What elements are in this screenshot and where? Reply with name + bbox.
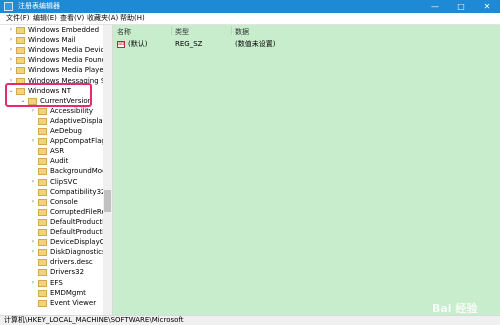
folder-icon <box>38 269 47 277</box>
string-value-icon: ab <box>117 41 125 48</box>
value-data: (数值未设置) <box>235 40 276 48</box>
column-header-type[interactable]: 类型 <box>175 27 189 37</box>
folder-icon <box>38 188 47 196</box>
column-header-name[interactable]: 名称 <box>117 27 131 37</box>
tree-item[interactable]: Event Viewer <box>0 297 103 309</box>
folder-icon <box>38 107 47 115</box>
menu-view[interactable]: 查看(V) <box>60 14 84 23</box>
folder-icon <box>38 259 47 267</box>
value-name: (默认) <box>128 40 148 48</box>
folder-icon <box>38 168 47 176</box>
folder-icon <box>38 117 47 125</box>
menu-file[interactable]: 文件(F) <box>6 14 30 23</box>
maximize-button[interactable]: □ <box>448 0 474 13</box>
value-row[interactable]: ab (默认) REG_SZ (数值未设置) <box>113 39 500 50</box>
menu-favorites[interactable]: 收藏夹(A) <box>87 14 118 23</box>
folder-icon <box>38 299 47 307</box>
folder-icon <box>38 249 47 257</box>
folder-icon <box>38 148 47 156</box>
highlight-annotation-box <box>5 83 92 107</box>
folder-icon <box>16 67 25 75</box>
regedit-app-icon <box>4 2 13 11</box>
menu-edit[interactable]: 编辑(E) <box>33 14 57 23</box>
folder-icon <box>16 47 25 55</box>
registry-editor-window: 注册表编辑器 — □ ✕ 文件(F) 编辑(E) 查看(V) 收藏夹(A) 帮助… <box>0 0 500 325</box>
column-separator[interactable] <box>231 26 232 35</box>
baidu-watermark: Bai 经验 <box>432 302 478 315</box>
menu-help[interactable]: 帮助(H) <box>120 14 145 23</box>
minimize-button[interactable]: — <box>422 0 448 13</box>
window-title: 注册表编辑器 <box>18 2 60 10</box>
folder-icon <box>16 37 25 45</box>
column-separator[interactable] <box>171 26 172 35</box>
close-button[interactable]: ✕ <box>474 0 500 13</box>
folder-icon <box>38 178 47 186</box>
title-bar[interactable]: 注册表编辑器 — □ ✕ <box>0 0 500 13</box>
folder-icon <box>38 289 47 297</box>
folder-icon <box>38 138 47 146</box>
folder-icon <box>38 239 47 247</box>
registry-tree[interactable]: › Windows Embedded › Windows Mail › Windows M… <box>0 25 113 315</box>
tree-item-label: Event Viewer <box>50 298 97 307</box>
column-header-data[interactable]: 数据 <box>235 27 249 37</box>
folder-icon <box>38 279 47 287</box>
tree-scrollbar[interactable] <box>103 25 112 315</box>
folder-icon <box>38 229 47 236</box>
folder-icon <box>38 218 47 226</box>
folder-icon <box>38 208 47 216</box>
folder-icon <box>16 57 25 65</box>
tree-scrollbar-thumb[interactable] <box>104 190 111 212</box>
folder-icon <box>16 27 25 34</box>
folder-icon <box>38 128 47 135</box>
menu-bar: 文件(F) 编辑(E) 查看(V) 收藏夹(A) 帮助(H) <box>0 13 500 25</box>
values-pane: 名称 类型 数据 ab (默认) REG_SZ (数值未设置) <box>113 25 500 315</box>
value-type: REG_SZ <box>175 40 203 48</box>
folder-icon <box>38 158 47 166</box>
folder-icon <box>38 198 47 206</box>
